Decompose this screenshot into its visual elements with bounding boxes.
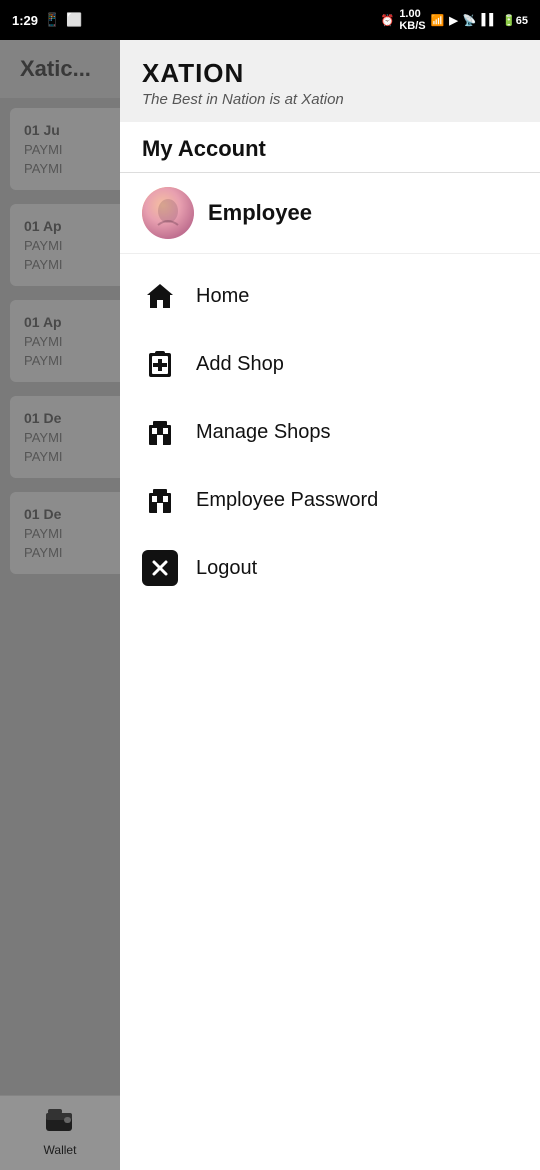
section-title: My Account [120,122,540,173]
home-label: Home [196,285,249,308]
logout-label: Logout [196,557,257,580]
youtube-icon: ▶ [449,14,457,27]
status-right: ⏰ 1.00KB/S 📶 ▶ 📡 ▌▌ 🔋65 [381,8,528,32]
logout-icon-box [142,550,178,586]
time-display: 1:29 [12,13,38,28]
user-row: Employee [120,173,540,254]
add-shop-icon [142,346,178,382]
menu-list: Home Add Shop [120,254,540,1170]
brand-name: XATION [142,58,518,89]
menu-item-logout[interactable]: Logout [120,534,540,602]
signal-icon: 📡 [463,14,477,27]
copy-icon: ⬜ [66,12,82,28]
wifi-icon: 📶 [431,14,445,27]
menu-item-manage-shops[interactable]: Manage Shops [120,398,540,466]
menu-item-home[interactable]: Home [120,262,540,330]
battery-icon: 🔋65 [502,14,528,27]
menu-item-add-shop[interactable]: Add Shop [120,330,540,398]
menu-item-employee-password[interactable]: Employee Password [120,466,540,534]
drawer-panel: XATION The Best in Nation is at Xation M… [120,40,540,1170]
employee-password-icon [142,482,178,518]
home-icon [142,278,178,314]
sim-icon: 📱 [44,12,60,28]
brand-tagline: The Best in Nation is at Xation [142,91,518,108]
user-name: Employee [208,200,312,226]
status-left: 1:29 📱 ⬜ [12,12,82,28]
drawer-header: XATION The Best in Nation is at Xation [120,40,540,122]
avatar [142,187,194,239]
alarm-icon: ⏰ [381,14,395,27]
speed-indicator: 1.00KB/S [399,8,425,32]
manage-shops-icon [142,414,178,450]
signal2-icon: ▌▌ [481,14,497,26]
status-bar: 1:29 📱 ⬜ ⏰ 1.00KB/S 📶 ▶ 📡 ▌▌ 🔋65 [0,0,540,40]
employee-password-label: Employee Password [196,489,378,512]
manage-shops-label: Manage Shops [196,421,331,444]
add-shop-label: Add Shop [196,353,284,376]
logout-icon [142,550,178,586]
